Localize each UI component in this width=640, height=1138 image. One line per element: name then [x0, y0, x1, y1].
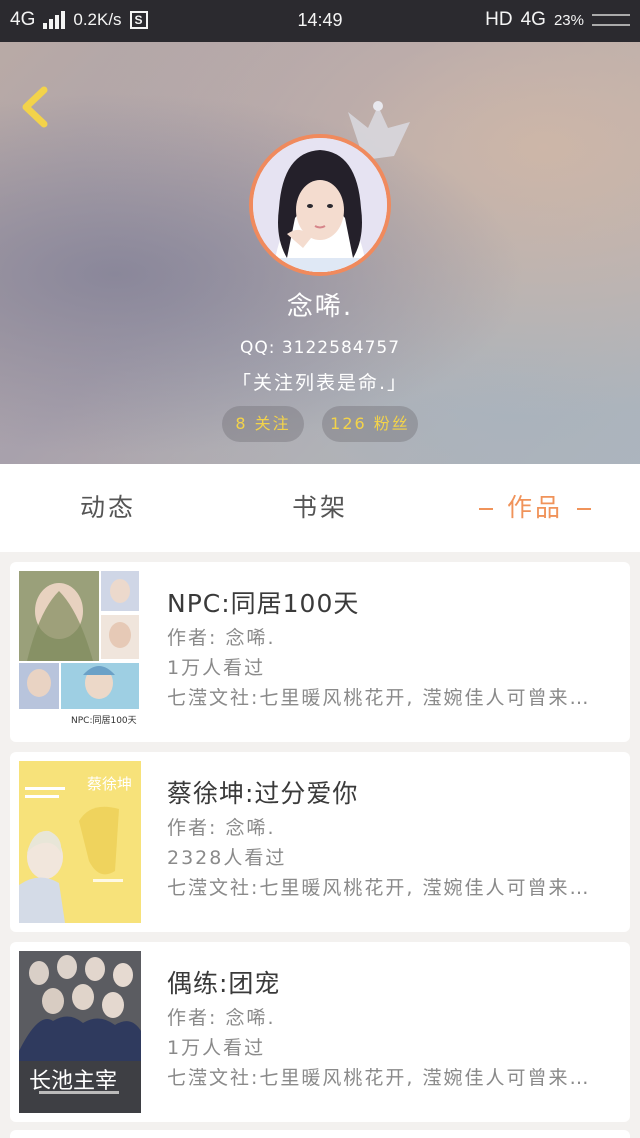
book-cover-image	[19, 571, 141, 733]
book-publisher: 七滢文社:七里暖风桃花开, 滢婉佳人可曾来…	[167, 1067, 591, 1089]
book-publisher: 七滢文社:七里暖风桃花开, 滢婉佳人可曾来…	[167, 877, 591, 899]
battery-percent: 23%	[553, 11, 584, 29]
avatar-container[interactable]	[249, 134, 391, 276]
tab-active-indicator-left	[478, 508, 493, 510]
next-card-edge	[10, 1130, 630, 1138]
following-button[interactable]: 8 关注	[222, 406, 304, 442]
book-title: 蔡徐坤:过分爱你	[167, 779, 359, 808]
cover-caption: NPC:同居100天	[71, 716, 137, 726]
network-right-label: 4G	[520, 9, 546, 30]
book-title: NPC:同居100天	[167, 589, 360, 618]
qq-number: QQ: 3122584757	[239, 338, 401, 358]
book-card[interactable]: 蔡徐坤 蔡徐坤:过分爱你 作者: 念唏. 2328人看过 七滢文社:七里暖风桃花…	[10, 752, 630, 932]
stats-row: 8 关注 126 粉丝	[0, 406, 640, 442]
status-right: HD 4G 23%	[485, 9, 630, 31]
book-views: 1万人看过	[167, 1037, 266, 1059]
book-cover: 蔡徐坤	[19, 761, 141, 923]
book-author: 作者: 念唏.	[167, 1007, 276, 1029]
tab-activity-label: 动态	[79, 493, 136, 522]
book-cover: NPC:同居100天	[19, 571, 141, 733]
book-publisher: 七滢文社:七里暖风桃花开, 滢婉佳人可曾来…	[167, 687, 591, 709]
status-bar: 4G 0.2K/s S 14:49 HD 4G 23%	[0, 0, 640, 42]
cover-caption: 长池主宰	[29, 1069, 118, 1094]
tab-activity[interactable]: 动态	[60, 464, 156, 552]
avatar	[249, 134, 391, 276]
book-title: 偶练:团宠	[167, 969, 281, 998]
profile-header: 念唏. QQ: 3122584757 「关注列表是命.」 8 关注 126 粉丝	[0, 42, 640, 464]
avatar-image	[253, 138, 387, 272]
book-author: 作者: 念唏.	[167, 627, 276, 649]
battery-icon	[592, 14, 630, 26]
tab-active-indicator-right	[577, 508, 591, 510]
signature: 「关注列表是命.」	[231, 372, 409, 394]
chevron-left-icon[interactable]	[18, 86, 52, 128]
fans-button[interactable]: 126 粉丝	[322, 406, 418, 442]
tab-bar: 动态 书架 作品	[0, 464, 640, 552]
tab-works-label: 作品	[506, 493, 563, 522]
hd-label: HD	[485, 9, 513, 30]
book-cover: 长池主宰	[19, 951, 141, 1113]
book-views: 1万人看过	[167, 657, 266, 679]
tab-bookshelf-label: 书架	[291, 493, 348, 522]
tab-bookshelf[interactable]: 书架	[272, 464, 368, 552]
book-views: 2328人看过	[167, 847, 287, 869]
book-author: 作者: 念唏.	[167, 817, 276, 839]
nickname: 念唏.	[286, 292, 354, 322]
book-card[interactable]: NPC:同居100天 NPC:同居100天 作者: 念唏. 1万人看过 七滢文社…	[10, 562, 630, 742]
tab-works[interactable]: 作品	[460, 464, 610, 552]
book-card[interactable]: 长池主宰 偶练:团宠 作者: 念唏. 1万人看过 七滢文社:七里暖风桃花开, 滢…	[10, 942, 630, 1122]
cover-caption: 蔡徐坤	[87, 775, 133, 793]
